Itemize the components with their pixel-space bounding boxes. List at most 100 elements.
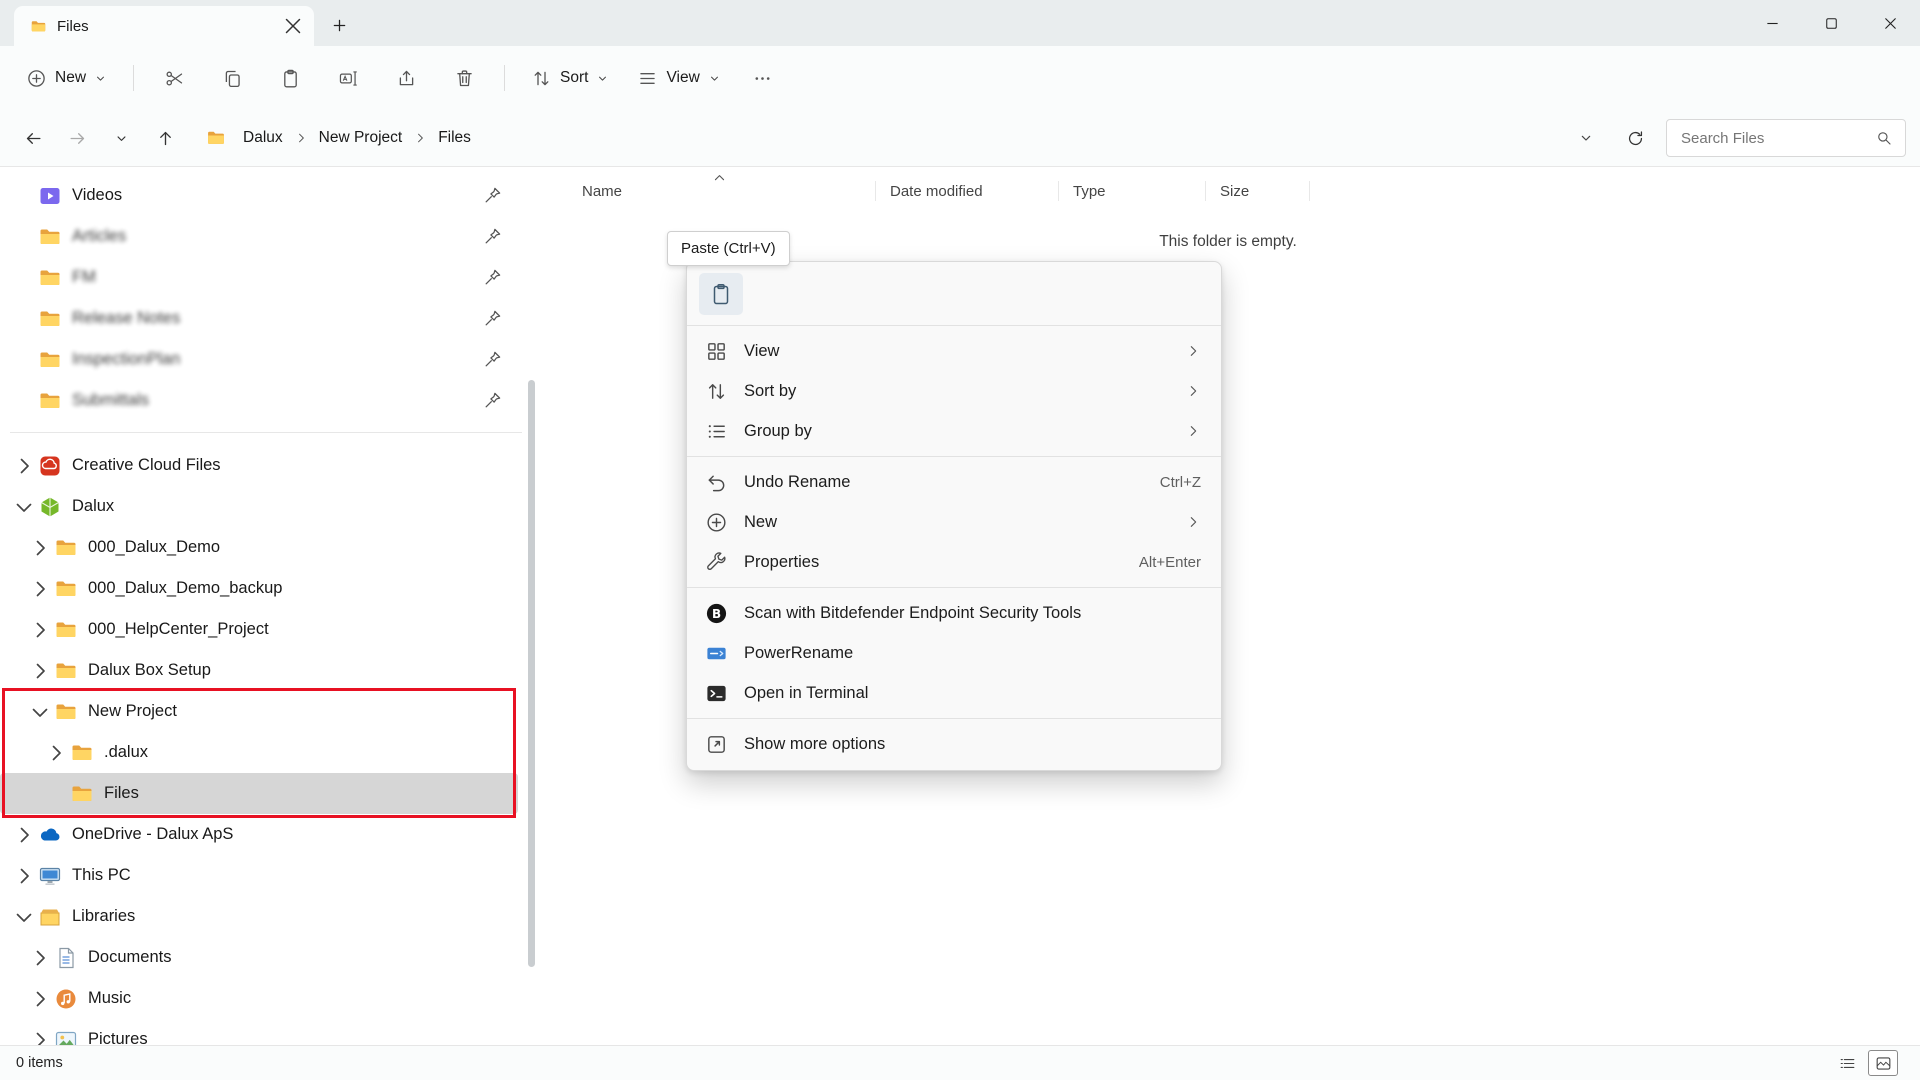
search-box[interactable] [1666,119,1906,157]
share-button[interactable] [380,57,432,99]
chevron-right-icon[interactable] [12,823,36,847]
chevron-down-icon[interactable] [12,905,36,929]
menu-item-open-in-terminal[interactable]: Open in Terminal [687,673,1221,713]
sidebar-item-creative-cloud-files[interactable]: Creative Cloud Files [0,445,518,486]
menu-item-undo-rename[interactable]: Undo RenameCtrl+Z [687,462,1221,502]
toolbar-divider [133,65,134,91]
sidebar-item-label: FM [72,268,96,287]
menu-item-label: Sort by [744,382,1173,401]
address-bar: Dalux New Project Files [0,110,1920,167]
copy-button[interactable] [206,57,258,99]
sidebar-item-libraries[interactable]: Libraries [0,896,518,937]
chevron-down-icon[interactable] [12,495,36,519]
column-header-size[interactable]: Size [1206,173,1310,209]
sort-button-label: Sort [560,69,588,87]
chevron-right-icon[interactable] [28,1028,52,1046]
menu-item-properties[interactable]: PropertiesAlt+Enter [687,542,1221,582]
folder-icon [38,307,62,331]
refresh-button[interactable] [1616,119,1654,157]
recent-locations-button[interactable] [102,119,140,157]
sort-button[interactable]: Sort [519,57,621,99]
new-tab-button[interactable] [320,7,358,43]
view-button[interactable]: View [625,57,732,99]
minimize-button[interactable] [1743,0,1802,46]
chevron-right-icon [413,131,427,145]
column-header-name[interactable]: Name [536,173,876,209]
sidebar-item-videos[interactable]: Videos [0,175,518,216]
sidebar-item-label: Dalux [72,497,114,516]
tab-files[interactable]: Files [14,6,314,46]
sidebar-item-documents[interactable]: Documents [0,937,518,978]
chevron-right-icon[interactable] [28,577,52,601]
search-input[interactable] [1679,129,1875,148]
terminal-icon [705,682,728,705]
up-button[interactable] [146,119,184,157]
breadcrumb-segment-new-project[interactable]: New Project [312,129,410,147]
paste-icon [709,282,733,306]
breadcrumb-segment-dalux[interactable]: Dalux [236,129,290,147]
chevron-down-icon [596,72,609,85]
sidebar-item-music[interactable]: Music [0,978,518,1019]
menu-item-sort-by[interactable]: Sort by [687,371,1221,411]
sidebar-item-this-pc[interactable]: This PC [0,855,518,896]
forward-button[interactable] [58,119,96,157]
close-button[interactable] [1861,0,1920,46]
sidebar-item-inspectionplan[interactable]: InspectionPlan [0,339,518,380]
sidebar-scrollbar[interactable] [528,380,535,967]
back-button[interactable] [14,119,52,157]
chevron-down-icon[interactable] [28,700,52,724]
tab-close-icon[interactable] [280,13,306,39]
chevron-right-icon[interactable] [28,659,52,683]
context-menu-icon-row [687,268,1221,320]
folder-icon [54,577,78,601]
sidebar-item-000-dalux-demo-backup[interactable]: 000_Dalux_Demo_backup [0,568,518,609]
onedrive-icon [38,823,62,847]
chevron-right-icon[interactable] [12,864,36,888]
sidebar-item-pictures[interactable]: Pictures [0,1019,518,1045]
chevron-right-icon[interactable] [28,536,52,560]
sidebar-item-dalux[interactable]: Dalux [0,486,518,527]
rename-button[interactable] [322,57,374,99]
sidebar-item-articles[interactable]: Articles [0,216,518,257]
column-header-label: Type [1073,183,1106,200]
more-options-button[interactable] [737,57,789,99]
chevron-right-icon [1185,343,1201,359]
menu-item-show-more-options[interactable]: Show more options [687,724,1221,764]
paste-button[interactable] [264,57,316,99]
column-header-type[interactable]: Type [1059,173,1206,209]
sidebar-item-submittals[interactable]: Submittals [0,380,518,421]
chevron-right-icon[interactable] [12,454,36,478]
sidebar-item-new-project[interactable]: New Project [0,691,518,732]
sidebar-item-000-helpcenter-project[interactable]: 000_HelpCenter_Project [0,609,518,650]
sidebar-item-dalux[interactable]: .dalux [0,732,518,773]
breadcrumb-segment-files[interactable]: Files [431,129,478,147]
cut-button[interactable] [148,57,200,99]
address-dropdown-icon[interactable] [1578,130,1594,146]
new-button-label: New [55,69,86,87]
menu-item-label: PowerRename [744,644,1201,663]
chevron-right-icon[interactable] [28,946,52,970]
column-header-date-modified[interactable]: Date modified [876,173,1059,209]
chevron-right-icon[interactable] [28,987,52,1011]
breadcrumb[interactable]: Dalux New Project Files [196,118,1604,158]
menu-item-group-by[interactable]: Group by [687,411,1221,451]
sidebar-separator [10,432,522,433]
chevron-right-icon[interactable] [44,741,68,765]
menu-item-view[interactable]: View [687,331,1221,371]
menu-item-new[interactable]: New [687,502,1221,542]
details-view-button[interactable] [1832,1050,1862,1076]
sidebar-item-onedrive-dalux-aps[interactable]: OneDrive - Dalux ApS [0,814,518,855]
menu-item-powerrename[interactable]: PowerRename [687,633,1221,673]
sidebar-item-dalux-box-setup[interactable]: Dalux Box Setup [0,650,518,691]
new-button[interactable]: New [14,57,119,99]
sidebar-item-release-notes[interactable]: Release Notes [0,298,518,339]
sidebar-item-fm[interactable]: FM [0,257,518,298]
chevron-right-icon[interactable] [28,618,52,642]
large-icons-view-button[interactable] [1868,1050,1898,1076]
delete-button[interactable] [438,57,490,99]
paste-button[interactable] [699,273,743,315]
menu-item-scan-with-bitdefender-endpoint-security-tools[interactable]: BScan with Bitdefender Endpoint Security… [687,593,1221,633]
sidebar-item-files[interactable]: Files [0,773,518,814]
maximize-button[interactable] [1802,0,1861,46]
sidebar-item-000-dalux-demo[interactable]: 000_Dalux_Demo [0,527,518,568]
